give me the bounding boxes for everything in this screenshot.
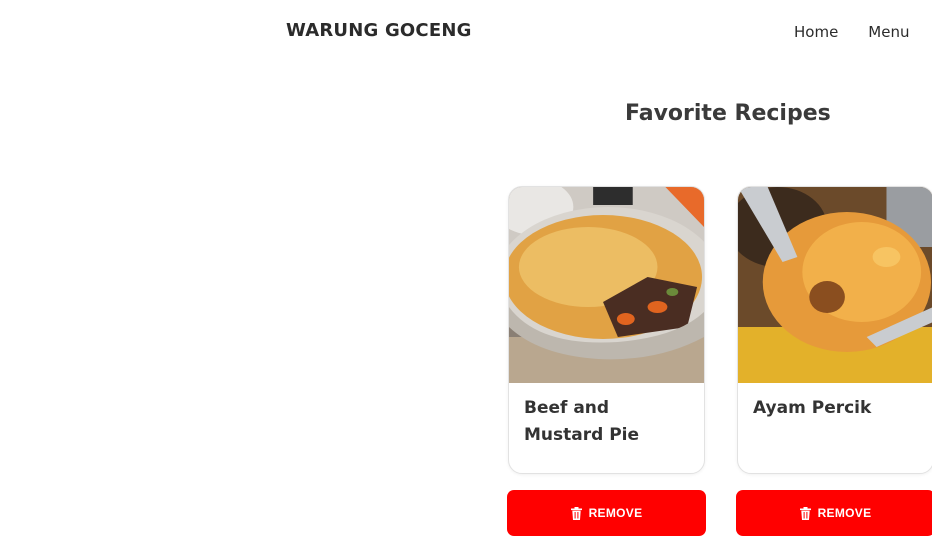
remove-button[interactable]: REMOVE: [507, 490, 706, 536]
remove-button[interactable]: REMOVE: [736, 490, 932, 536]
recipe-card[interactable]: Ayam Percik: [737, 186, 932, 474]
nav-home-link[interactable]: Home: [794, 23, 838, 41]
recipe-name: Beef and Mustard Pie: [524, 398, 640, 445]
nav-menu-link[interactable]: Menu: [868, 23, 909, 41]
page-title: Favorite Recipes: [625, 101, 831, 126]
recipe-name: Ayam Percik: [753, 398, 872, 418]
trash-icon: [570, 506, 582, 520]
page: WARUNG GOCENG Home Menu Favorite Recipes…: [0, 0, 932, 537]
trash-icon: [799, 506, 811, 520]
remove-button-label: REMOVE: [817, 506, 872, 520]
recipe-image: [738, 187, 932, 383]
brand-logo[interactable]: WARUNG GOCENG: [286, 20, 472, 41]
recipe-card[interactable]: Beef and Mustard Pie: [508, 186, 705, 474]
remove-button-label: REMOVE: [588, 506, 643, 520]
main-nav: Home Menu: [794, 23, 909, 41]
recipe-image: [509, 187, 704, 383]
